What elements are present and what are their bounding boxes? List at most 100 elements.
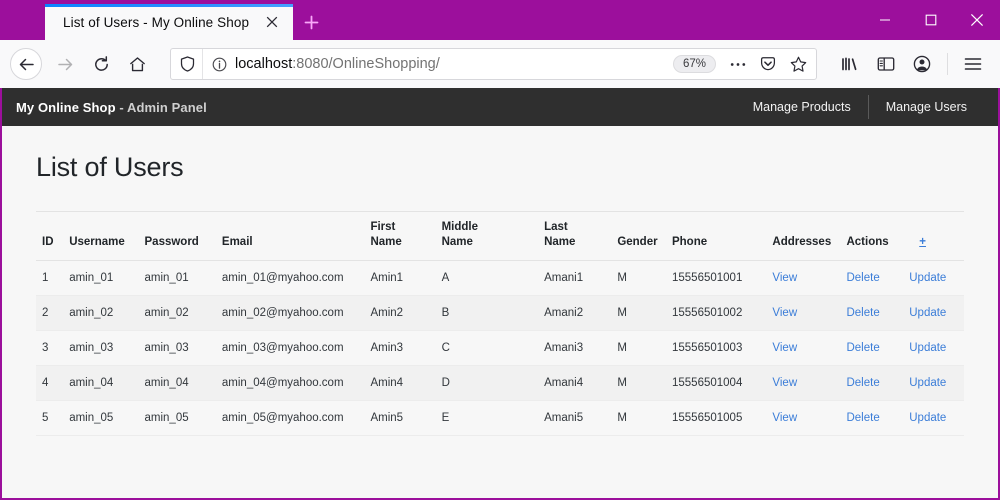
- close-tab-icon[interactable]: [261, 11, 283, 33]
- hamburger-menu-icon[interactable]: [956, 47, 990, 81]
- reload-button-icon[interactable]: [84, 47, 118, 81]
- zoom-level-badge[interactable]: 67%: [672, 55, 716, 73]
- table-body: 1 amin_01 amin_01 amin_01@myahoo.com Ami…: [36, 260, 964, 437]
- cell-first-name: Amin4: [364, 365, 436, 402]
- column-header-add: +: [903, 210, 964, 262]
- update-user-link[interactable]: Update: [909, 307, 946, 319]
- cell-phone: 15556501002: [665, 295, 767, 332]
- cell-middle-name: D: [435, 365, 539, 402]
- cell-username: amin_05: [63, 400, 139, 437]
- bookmark-star-icon[interactable]: [784, 50, 812, 78]
- view-addresses-link[interactable]: View: [772, 377, 797, 389]
- maximize-button[interactable]: [908, 0, 954, 40]
- cell-middle-name: B: [435, 295, 539, 332]
- view-addresses-link[interactable]: View: [772, 342, 797, 354]
- cell-last-name: Amani3: [538, 330, 612, 367]
- cell-addresses: View: [766, 400, 841, 437]
- column-header-gender[interactable]: Gender: [611, 210, 666, 262]
- nav-link-manage-products[interactable]: Manage Products: [736, 94, 868, 120]
- tracking-protection-icon[interactable]: [171, 49, 203, 79]
- home-button-icon[interactable]: [120, 47, 154, 81]
- brand-name: My Online Shop: [16, 99, 116, 115]
- navigation-toolbar: localhost:8080/OnlineShopping/ 67%: [0, 40, 1000, 88]
- table-row: 2 amin_02 amin_02 amin_02@myahoo.com Ami…: [36, 295, 964, 332]
- delete-user-link[interactable]: Delete: [846, 377, 879, 389]
- pocket-icon[interactable]: [754, 50, 782, 78]
- table-row: 5 amin_05 amin_05 amin_05@myahoo.com Ami…: [36, 400, 964, 437]
- site-brand[interactable]: My Online Shop - Admin Panel: [16, 100, 207, 115]
- view-addresses-link[interactable]: View: [772, 412, 797, 424]
- sidebar-icon[interactable]: [869, 47, 903, 81]
- url-text[interactable]: localhost:8080/OnlineShopping/: [227, 56, 673, 72]
- update-user-link[interactable]: Update: [909, 377, 946, 389]
- delete-user-link[interactable]: Delete: [846, 272, 879, 284]
- column-header-first-name[interactable]: First Name: [364, 210, 436, 262]
- cell-update: Update: [903, 400, 964, 437]
- cell-phone: 15556501003: [665, 330, 767, 367]
- view-addresses-link[interactable]: View: [772, 272, 797, 284]
- delete-user-link[interactable]: Delete: [846, 342, 879, 354]
- cell-update: Update: [903, 365, 964, 402]
- table-row: 3 amin_03 amin_03 amin_03@myahoo.com Ami…: [36, 330, 964, 367]
- delete-user-link[interactable]: Delete: [846, 307, 879, 319]
- library-icon[interactable]: [833, 47, 867, 81]
- cell-addresses: View: [766, 365, 841, 402]
- cell-first-name: Amin1: [364, 260, 436, 297]
- cell-delete: Delete: [840, 330, 904, 367]
- browser-tab-active[interactable]: List of Users - My Online Shop: [45, 4, 293, 40]
- cell-first-name: Amin5: [364, 400, 436, 437]
- account-icon[interactable]: [905, 47, 939, 81]
- column-header-last-name[interactable]: Last Name: [538, 210, 612, 262]
- cell-email: amin_02@myahoo.com: [215, 295, 365, 332]
- url-path: :8080/OnlineShopping/: [292, 56, 440, 72]
- site-information-icon[interactable]: [203, 57, 227, 72]
- toolbar-right-group: [827, 47, 990, 81]
- cell-password: amin_01: [138, 260, 216, 297]
- column-header-middle-name[interactable]: Middle Name: [435, 210, 539, 262]
- column-header-addresses[interactable]: Addresses: [766, 210, 841, 262]
- cell-middle-name: A: [435, 260, 539, 297]
- new-tab-button[interactable]: [293, 4, 329, 40]
- brand-subtitle: - Admin Panel: [115, 99, 207, 115]
- column-header-phone[interactable]: Phone: [665, 210, 767, 262]
- cell-update: Update: [903, 295, 964, 332]
- cell-gender: M: [611, 365, 666, 402]
- close-window-button[interactable]: [954, 0, 1000, 40]
- cell-delete: Delete: [840, 260, 904, 297]
- admin-nav-links: Manage Products Manage Users: [736, 88, 984, 126]
- column-header-email[interactable]: Email: [215, 210, 365, 262]
- column-header-id[interactable]: ID: [36, 210, 64, 262]
- cell-update: Update: [903, 260, 964, 297]
- cell-password: amin_04: [138, 365, 216, 402]
- view-addresses-link[interactable]: View: [772, 307, 797, 319]
- nav-link-manage-users[interactable]: Manage Users: [869, 94, 984, 120]
- cell-username: amin_04: [63, 365, 139, 402]
- forward-button-icon[interactable]: [48, 47, 82, 81]
- update-user-link[interactable]: Update: [909, 412, 946, 424]
- cell-phone: 15556501001: [665, 260, 767, 297]
- address-bar[interactable]: localhost:8080/OnlineShopping/ 67%: [170, 48, 817, 80]
- cell-addresses: View: [766, 330, 841, 367]
- page-actions-icon[interactable]: [724, 50, 752, 78]
- table-row: 4 amin_04 amin_04 amin_04@myahoo.com Ami…: [36, 365, 964, 402]
- column-header-username[interactable]: Username: [63, 210, 139, 262]
- page-title: List of Users: [36, 152, 184, 182]
- update-user-link[interactable]: Update: [909, 342, 946, 354]
- table-row: 1 amin_01 amin_01 amin_01@myahoo.com Ami…: [36, 260, 964, 297]
- delete-user-link[interactable]: Delete: [846, 412, 879, 424]
- back-button-icon[interactable]: [10, 48, 42, 80]
- cell-password: amin_03: [138, 330, 216, 367]
- column-header-actions[interactable]: Actions: [840, 210, 904, 262]
- column-header-password[interactable]: Password: [138, 210, 216, 262]
- cell-username: amin_02: [63, 295, 139, 332]
- cell-gender: M: [611, 400, 666, 437]
- minimize-button[interactable]: [862, 0, 908, 40]
- cell-addresses: View: [766, 260, 841, 297]
- update-user-link[interactable]: Update: [909, 272, 946, 284]
- cell-password: amin_05: [138, 400, 216, 437]
- cell-id: 4: [36, 365, 64, 402]
- add-user-link[interactable]: +: [909, 236, 926, 248]
- cell-phone: 15556501005: [665, 400, 767, 437]
- cell-delete: Delete: [840, 400, 904, 437]
- cell-username: amin_03: [63, 330, 139, 367]
